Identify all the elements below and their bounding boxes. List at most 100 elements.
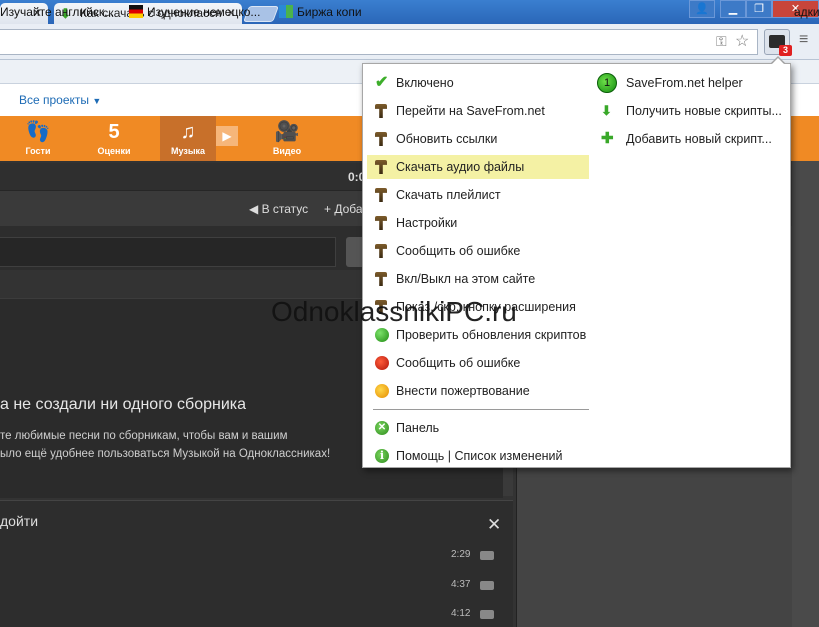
nav-label: Гости — [25, 146, 51, 156]
menu-icon[interactable]: ≡ — [799, 31, 808, 49]
empty-description-1: те любимые песни по сборникам, чтобы вам… — [0, 430, 288, 442]
bookmark-label: Биржа копи — [297, 5, 362, 19]
video-camera-icon[interactable] — [480, 551, 494, 560]
menu-item-label: Сообщить об ошибке — [396, 244, 521, 258]
footprints-icon: 👣 — [25, 121, 51, 143]
profile-icon[interactable]: 👤 — [689, 0, 715, 18]
all-projects-link[interactable]: Все проекты ▼ — [19, 93, 101, 107]
menu-item-panel[interactable]: ✕ Панель — [367, 416, 589, 440]
set-status-button[interactable]: ◀ В статус — [249, 202, 308, 216]
popup-arrow-inner — [771, 58, 785, 65]
tool-icon — [375, 272, 387, 286]
nav-video[interactable]: 🎥 Видео — [257, 116, 317, 161]
tool-icon — [375, 160, 387, 174]
menu-item-label: Сообщить об ошибке — [396, 356, 521, 370]
menu-item-download-playlist[interactable]: Скачать плейлист — [367, 183, 589, 207]
menu-item-add-script[interactable]: ✚ Добавить новый скрипт... — [593, 127, 789, 151]
tool-icon — [375, 132, 387, 146]
tool-icon — [375, 244, 387, 258]
nav-label: Музыка — [170, 146, 206, 156]
status-label: В статус — [261, 202, 309, 216]
check-icon: ✔ — [375, 74, 389, 91]
track-actions-bar: ◀ В статус + Добав — [0, 191, 370, 226]
bug-icon — [375, 356, 389, 370]
tool-icon — [375, 216, 387, 230]
maximize-button[interactable]: ❐ — [746, 0, 772, 18]
tool-icon — [375, 188, 387, 202]
video-camera-icon[interactable] — [480, 581, 494, 590]
track-duration: 4:37 — [451, 579, 471, 590]
menu-item-label: Добавить новый скрипт... — [626, 132, 772, 146]
nav-ratings[interactable]: 5 Оценки — [84, 116, 144, 161]
panel-icon: ✕ — [375, 421, 389, 435]
menu-item-toggle-site[interactable]: Вкл/Выкл на этом сайте — [367, 267, 589, 291]
track-duration: 4:12 — [451, 608, 471, 619]
play-icon[interactable]: ▶ — [216, 126, 238, 146]
menu-item-go-savefrom[interactable]: Перейти на SaveFrom.net — [367, 99, 589, 123]
right-edge — [792, 161, 819, 627]
nav-label: Видео — [272, 146, 302, 156]
menu-item-helper[interactable]: 1 SaveFrom.net helper — [593, 71, 789, 95]
bookmark-label: адки — [794, 5, 819, 19]
menu-item-label: Настройки — [396, 216, 458, 230]
menu-item-get-scripts[interactable]: ⬇ Получить новые скрипты... — [593, 99, 789, 123]
camera-icon: 🎥 — [274, 121, 300, 143]
minimize-button[interactable]: ▁ — [720, 0, 746, 18]
info-icon: i — [375, 449, 389, 463]
menu-separator — [373, 409, 589, 410]
video-camera-icon[interactable] — [480, 610, 494, 619]
menu-item-download-audio[interactable]: Скачать аудио файлы — [367, 155, 589, 179]
german-flag-icon — [129, 5, 143, 18]
menu-item-report-bug[interactable]: Сообщить об ошибке — [367, 351, 589, 375]
bookmark-item[interactable]: адки — [794, 3, 819, 21]
star-icon[interactable]: ☆ — [735, 31, 749, 51]
menu-item-label: Обновить ссылки — [396, 132, 498, 146]
menu-item-label: Включено — [396, 76, 454, 90]
menu-item-report-error[interactable]: Сообщить об ошибке — [367, 239, 589, 263]
menu-item-enabled[interactable]: ✔ Включено — [367, 71, 589, 95]
download-icon: ⬇ — [601, 103, 612, 118]
menu-item-label: Внести пожертвование — [396, 384, 530, 398]
menu-item-label: Скачать аудио файлы — [396, 160, 525, 174]
watermark-text: OdnoklassnikiPC.ru — [271, 296, 517, 327]
nav-music[interactable]: ♫ Музыка — [160, 116, 216, 161]
close-icon[interactable]: ✕ — [487, 515, 501, 535]
nav-guests[interactable]: 👣 Гости — [8, 116, 68, 161]
refresh-icon — [375, 328, 389, 342]
speaker-icon: ◀ — [249, 202, 262, 216]
rating-five-icon: 5 — [108, 121, 120, 143]
bookmark-label: Изучайте английск... — [0, 5, 115, 19]
menu-item-label: Скачать плейлист — [396, 188, 501, 202]
menu-item-settings[interactable]: Настройки — [367, 211, 589, 235]
empty-description-2: ыло ещё удобнее пользоваться Музыкой на … — [0, 448, 331, 460]
playlist-title: дойти — [0, 513, 39, 529]
helper-icon: 1 — [597, 73, 617, 93]
bookmark-site-icon — [279, 5, 293, 18]
bookmark-item[interactable]: Биржа копи — [279, 3, 362, 21]
bookmark-item[interactable]: Изучайте английск... — [0, 3, 114, 21]
nav-label: Оценки — [97, 146, 131, 156]
url-input[interactable] — [0, 29, 758, 55]
menu-item-label: Помощь | Список изменений — [396, 449, 563, 463]
all-projects-label: Все проекты — [19, 93, 90, 107]
menu-item-help[interactable]: i Помощь | Список изменений — [367, 444, 589, 468]
key-icon[interactable]: ⚿ — [716, 33, 727, 50]
music-note-icon: ♫ — [180, 121, 196, 143]
smile-icon — [375, 384, 389, 398]
extension-badge: 3 — [779, 45, 792, 56]
bookmark-label: Изучение немецко... — [147, 5, 261, 19]
player-bar: 0:0 — [0, 163, 370, 191]
menu-item-label: Панель — [396, 421, 440, 435]
menu-item-label: Перейти на SaveFrom.net — [396, 104, 545, 118]
empty-title: а не создали ни одного сборника — [0, 396, 247, 413]
savefrom-popup-menu: ✔ Включено Перейти на SaveFrom.net Обнови… — [362, 63, 791, 468]
toolbar: ⚿ ☆ ≡ — [0, 24, 819, 60]
bookmark-item[interactable]: Изучение немецко... — [129, 3, 260, 21]
chevron-down-icon: ▼ — [92, 96, 102, 106]
tool-icon — [375, 104, 387, 118]
menu-item-donate[interactable]: Внести пожертвование — [367, 379, 589, 403]
menu-item-refresh-links[interactable]: Обновить ссылки — [367, 127, 589, 151]
music-search-input[interactable] — [0, 237, 336, 267]
menu-item-label: Вкл/Выкл на этом сайте — [396, 272, 536, 286]
menu-item-label: SaveFrom.net helper — [626, 76, 743, 90]
